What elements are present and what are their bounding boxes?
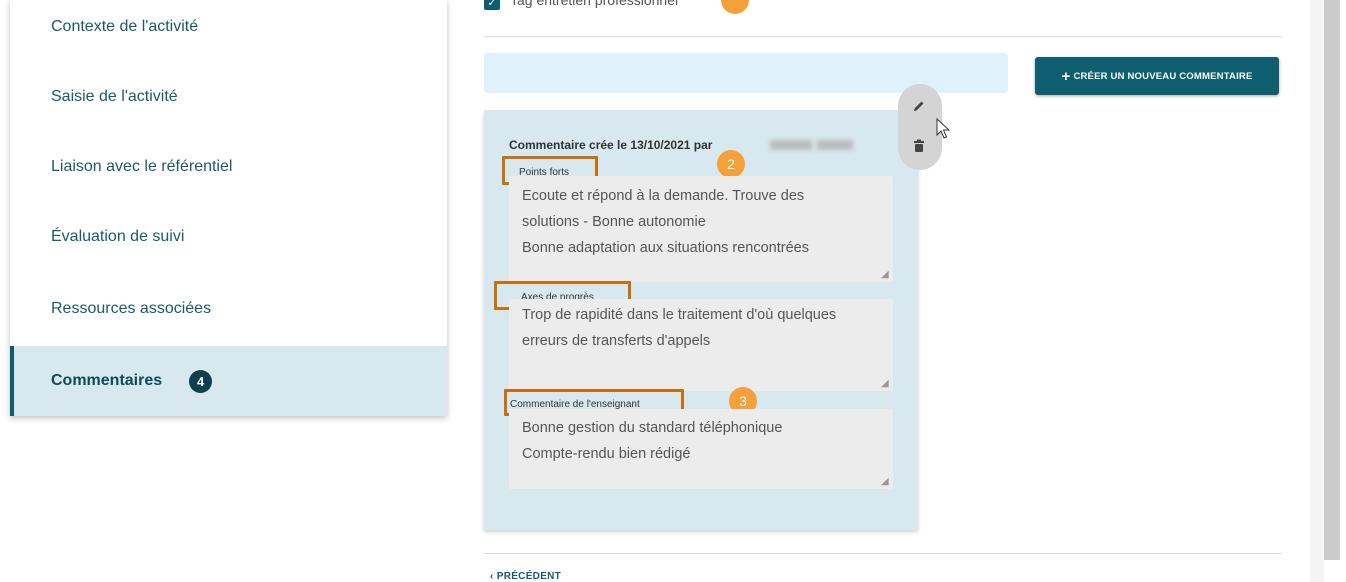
axes-progres-textarea[interactable]: Trop de rapidité dans le traitement d'où… <box>509 299 893 391</box>
sidebar-item-label: Saisie de l'activité <box>51 88 178 105</box>
resize-handle-icon[interactable]: ◢ <box>881 477 891 487</box>
resize-handle-icon[interactable]: ◢ <box>881 270 891 280</box>
points-forts-textarea[interactable]: Ecoute et répond à la demande. Trouve de… <box>509 176 893 282</box>
comment-header: Commentaire crée le 13/10/2021 par <box>509 138 713 152</box>
sidebar-item-label: Ressources associées <box>51 300 212 317</box>
sidebar-item-liaison[interactable]: Liaison avec le référentiel <box>10 132 447 202</box>
create-comment-button[interactable]: + CRÉER UN NOUVEAU COMMENTAIRE <box>1035 57 1279 95</box>
sidebar-item-label: Évaluation de suivi <box>51 228 185 245</box>
create-comment-label: CRÉER UN NOUVEAU COMMENTAIRE <box>1073 70 1253 82</box>
sidebar-nav: Contexte de l'activité Saisie de l'activ… <box>10 0 447 416</box>
resize-handle-icon[interactable]: ◢ <box>881 379 891 389</box>
trash-icon[interactable] <box>906 133 932 159</box>
scrollbar-thumb[interactable] <box>1324 0 1340 560</box>
plus-icon: + <box>1061 67 1071 85</box>
scrollbar-track[interactable] <box>1310 0 1324 582</box>
tag-checkbox[interactable]: ✓ <box>484 0 500 10</box>
sidebar-item-label: Liaison avec le référentiel <box>51 158 233 175</box>
sidebar-item-commentaires[interactable]: Commentaires 4 <box>10 346 447 416</box>
sidebar-item-evaluation[interactable]: Évaluation de suivi <box>10 202 447 272</box>
pencil-icon[interactable] <box>906 93 932 119</box>
annotation-marker <box>721 0 749 14</box>
redacted-author <box>770 140 812 150</box>
count-badge: 4 <box>189 369 213 393</box>
page: Contexte de l'activité Saisie de l'activ… <box>0 0 1346 582</box>
annotation-marker: 2 <box>717 150 745 178</box>
redacted-author <box>817 140 853 150</box>
sidebar-item-saisie[interactable]: Saisie de l'activité <box>10 62 447 132</box>
tag-checkbox-label: Tag entretien professionnel <box>510 0 679 8</box>
sidebar-item-label: Contexte de l'activité <box>51 18 199 35</box>
commentaire-enseignant-textarea[interactable]: Bonne gestion du standard téléphonique C… <box>509 409 893 489</box>
sidebar-item-contexte[interactable]: Contexte de l'activité <box>10 0 447 62</box>
divider <box>484 553 1282 554</box>
divider <box>484 36 1282 37</box>
check-icon: ✓ <box>487 0 497 9</box>
chevron-left-icon: ‹ <box>490 571 497 582</box>
cursor-icon <box>936 117 952 147</box>
sidebar-item-label: Commentaires <box>51 372 163 389</box>
sidebar-item-ressources[interactable]: Ressources associées <box>10 274 447 344</box>
previous-link[interactable]: ‹ PRÉCÉDENT <box>490 571 561 582</box>
